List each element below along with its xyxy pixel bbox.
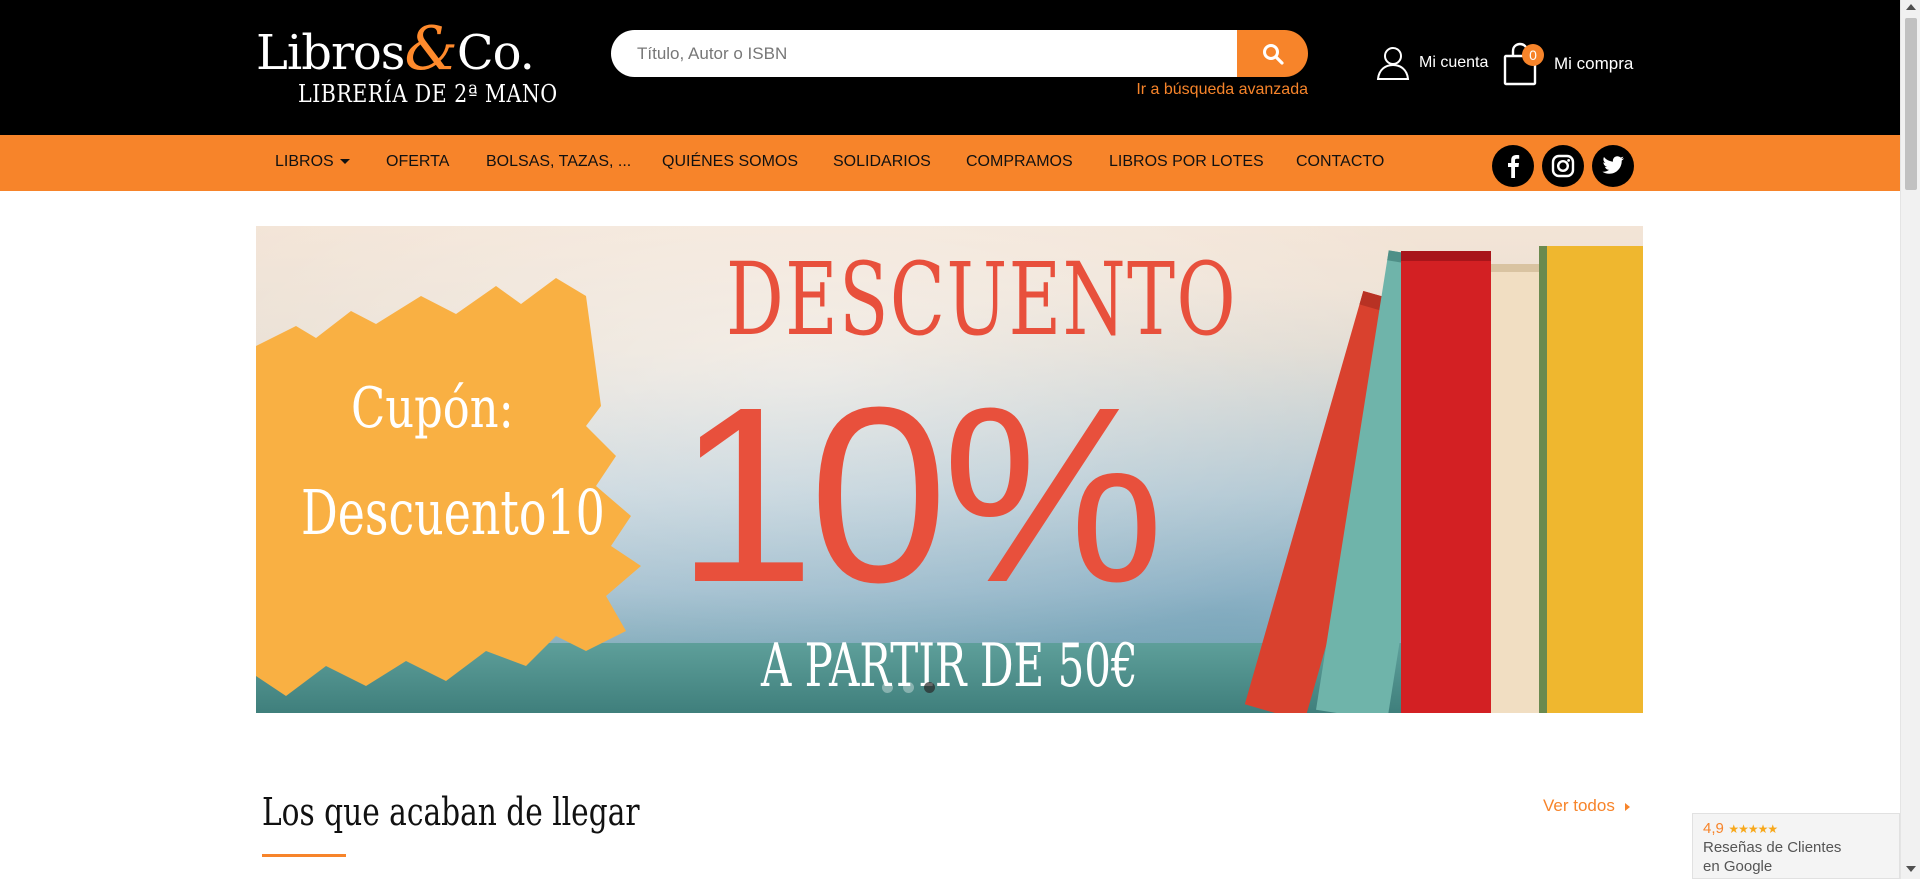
account-label: Mi cuenta <box>1419 54 1489 71</box>
section-title: Los que acaban de llegar <box>262 790 640 834</box>
cart-icon-wrap: 0 <box>1502 42 1544 86</box>
search-input[interactable] <box>611 30 1238 77</box>
nav-item-libros[interactable]: LIBROS <box>275 153 350 171</box>
cart-link[interactable]: 0 Mi compra <box>1502 42 1633 86</box>
scroll-up-arrow-icon[interactable] <box>1906 4 1916 10</box>
books-illustration <box>1244 246 1643 713</box>
nav-item-oferta[interactable]: OFERTA <box>386 153 449 171</box>
coupon-label: Cupón: <box>351 376 514 441</box>
promo-banner[interactable]: Cupón: Descuento10 DESCUENTO 10% A PARTI… <box>256 226 1643 713</box>
scroll-down-arrow-icon[interactable] <box>1906 866 1916 872</box>
site-header: Libros&Co. Librería de 2ª mano Ir a búsq… <box>0 0 1900 135</box>
cart-label: Mi compra <box>1554 54 1634 73</box>
caret-down-icon <box>339 159 350 165</box>
twitter-icon <box>1602 156 1624 174</box>
logo-ampersand: & <box>404 14 457 84</box>
instagram-icon <box>1551 154 1575 178</box>
star-rating-icon: ★★★★★ <box>1728 822 1778 836</box>
review-rating: 4,9 <box>1703 820 1724 837</box>
coupon-code: Descuento10 <box>301 476 605 549</box>
google-reviews-badge[interactable]: 4,9 ★★★★★ Reseñas de Clientes en Google <box>1692 813 1900 879</box>
account-link[interactable]: Mi cuenta <box>1375 45 1488 81</box>
logo-wordmark: Libros&Co. <box>256 14 535 84</box>
search-button[interactable] <box>1237 30 1308 77</box>
nav-item-bolsas[interactable]: BOLSAS, TAZAS, ... <box>486 153 631 171</box>
section-underline <box>262 854 346 857</box>
see-all-link[interactable]: Ver todos <box>1543 796 1630 816</box>
user-icon <box>1376 47 1410 80</box>
facebook-link[interactable] <box>1492 145 1534 187</box>
twitter-link[interactable] <box>1592 145 1634 187</box>
reviews-line-2: en Google <box>1703 858 1773 875</box>
chevron-right-icon <box>1624 802 1630 811</box>
banner-title: DESCUENTO <box>726 241 1237 358</box>
reviews-line-1: Reseñas de Clientes <box>1703 839 1842 856</box>
see-all-label: Ver todos <box>1543 796 1615 815</box>
logo-tagline: Librería de 2ª mano <box>298 80 558 108</box>
facebook-icon <box>1508 155 1520 178</box>
nav-item-contacto[interactable]: CONTACTO <box>1296 153 1384 171</box>
search-bar <box>611 30 1308 77</box>
banner-subtitle: A PARTIR DE 50€ <box>761 631 1138 701</box>
page-scrollbar[interactable] <box>1900 0 1920 879</box>
logo-word-libros: Libros <box>256 25 405 81</box>
nav-item-solidarios[interactable]: SOLIDARIOS <box>833 153 931 171</box>
nav-item-libros-por-lotes[interactable]: LIBROS POR LOTES <box>1109 153 1264 171</box>
nav-item-compramos[interactable]: COMPRAMOS <box>966 153 1073 171</box>
scrollbar-thumb[interactable] <box>1905 18 1917 190</box>
carousel-indicators <box>882 682 935 693</box>
banner-percent: 10% <box>676 355 1164 634</box>
main-nav: LIBROS OFERTA BOLSAS, TAZAS, ... QUIÉNES… <box>0 135 1900 191</box>
carousel-dot[interactable] <box>882 682 893 693</box>
search-icon <box>1262 43 1284 65</box>
advanced-search-link[interactable]: Ir a búsqueda avanzada <box>1100 81 1308 99</box>
instagram-link[interactable] <box>1542 145 1584 187</box>
carousel-dot-active[interactable] <box>924 682 935 693</box>
carousel-dot[interactable] <box>903 682 914 693</box>
nav-label-libros: LIBROS <box>275 153 334 170</box>
nav-item-quienes-somos[interactable]: QUIÉNES SOMOS <box>662 153 798 171</box>
site-logo[interactable]: Libros&Co. Librería de 2ª mano <box>256 10 557 120</box>
logo-word-co: Co. <box>456 25 535 81</box>
cart-count-badge: 0 <box>1522 44 1544 66</box>
